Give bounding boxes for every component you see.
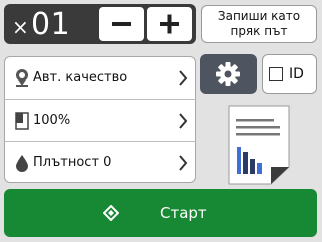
setting-label-zoom: 100%	[33, 113, 71, 128]
plus-icon	[160, 14, 179, 34]
copies-display: × 01	[4, 4, 96, 44]
start-button[interactable]: Старт	[4, 189, 317, 237]
setting-row-quality[interactable]: Авт. качество	[5, 57, 195, 99]
shortcut-label-line1: Запиши като	[217, 9, 301, 23]
gear-icon	[216, 62, 240, 86]
density-drop-icon	[16, 155, 28, 172]
enlarge-reduce-icon	[15, 112, 29, 130]
copies-count: 01	[31, 7, 71, 42]
start-diamond-icon	[103, 205, 119, 221]
chevron-right-icon	[179, 155, 188, 171]
shortcut-label-line2: пряк път	[230, 24, 288, 38]
setting-label-density: Плътност 0	[33, 155, 112, 170]
copies-prefix: ×	[12, 15, 29, 39]
document-preview-icon	[228, 105, 290, 185]
setting-row-enlarge-reduce[interactable]: 100%	[5, 99, 195, 142]
minus-icon	[112, 22, 131, 26]
setting-row-density[interactable]: Плътност 0	[5, 141, 195, 184]
id-copy-toggle[interactable]: ID	[262, 54, 317, 94]
setting-label-quality: Авт. качество	[33, 70, 128, 85]
copies-stepper	[96, 4, 196, 44]
decrease-copies-button[interactable]	[99, 7, 144, 41]
chevron-right-icon	[179, 70, 188, 86]
id-label: ID	[289, 66, 304, 82]
save-as-shortcut-button[interactable]: Запиши като пряк път	[201, 5, 317, 43]
id-checkbox[interactable]	[269, 67, 283, 81]
options-button[interactable]	[200, 54, 257, 94]
increase-copies-button[interactable]	[147, 7, 192, 41]
settings-list: Авт. качество 100% Плътност 0	[4, 56, 196, 183]
chevron-right-icon	[179, 113, 188, 129]
start-label: Старт	[160, 204, 207, 222]
quality-pin-icon	[16, 69, 28, 87]
